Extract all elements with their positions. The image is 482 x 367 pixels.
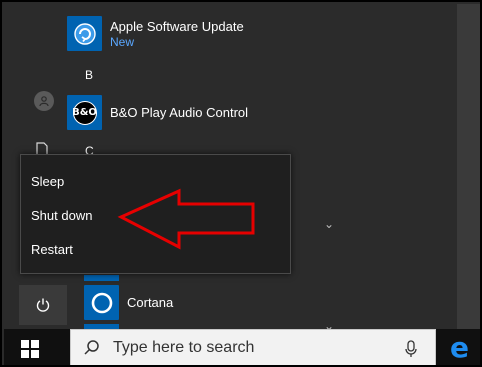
- sleep-option[interactable]: Sleep: [31, 174, 64, 189]
- user-icon[interactable]: [34, 91, 54, 111]
- partial-tile: [84, 275, 119, 281]
- apple-update-icon: [67, 16, 102, 51]
- chevron-down-icon[interactable]: ⌄: [324, 217, 334, 231]
- power-menu: Sleep Shut down Restart: [20, 154, 291, 274]
- new-badge: New: [110, 34, 135, 49]
- power-icon: [36, 298, 50, 312]
- app-name: B&O Play Audio Control: [110, 104, 249, 120]
- shut-down-option[interactable]: Shut down: [31, 208, 92, 223]
- mic-icon[interactable]: [405, 340, 417, 358]
- svg-text:e: e: [450, 335, 469, 361]
- search-box[interactable]: Type here to search: [70, 329, 436, 365]
- edge-taskbar-button[interactable]: e: [450, 331, 474, 365]
- bo-play-icon: B&O: [67, 95, 102, 130]
- app-name: Apple Software Update: [110, 18, 244, 34]
- power-button[interactable]: [19, 285, 67, 325]
- search-placeholder: Type here to search: [113, 339, 255, 356]
- red-arrow-annotation: [117, 188, 255, 250]
- restart-option[interactable]: Restart: [31, 242, 73, 257]
- list-item-cortana[interactable]: Cortana: [84, 285, 173, 320]
- list-item-apple-software-update[interactable]: Apple Software Update New: [67, 16, 244, 51]
- letter-header-b[interactable]: B: [85, 68, 93, 82]
- tiles-area: [457, 4, 480, 329]
- start-button[interactable]: [18, 338, 42, 360]
- list-item-bo-play[interactable]: B&O B&O Play Audio Control: [67, 95, 248, 130]
- edge-icon: e: [450, 331, 469, 364]
- screenshot-frame: Apple Software Update New B B&O B&O Play…: [0, 0, 482, 367]
- cortana-icon: [84, 285, 119, 320]
- taskbar: Type here to search e: [4, 329, 480, 365]
- app-name: Cortana: [127, 294, 174, 310]
- search-icon: [84, 340, 99, 355]
- windows-start-icon: [21, 340, 39, 358]
